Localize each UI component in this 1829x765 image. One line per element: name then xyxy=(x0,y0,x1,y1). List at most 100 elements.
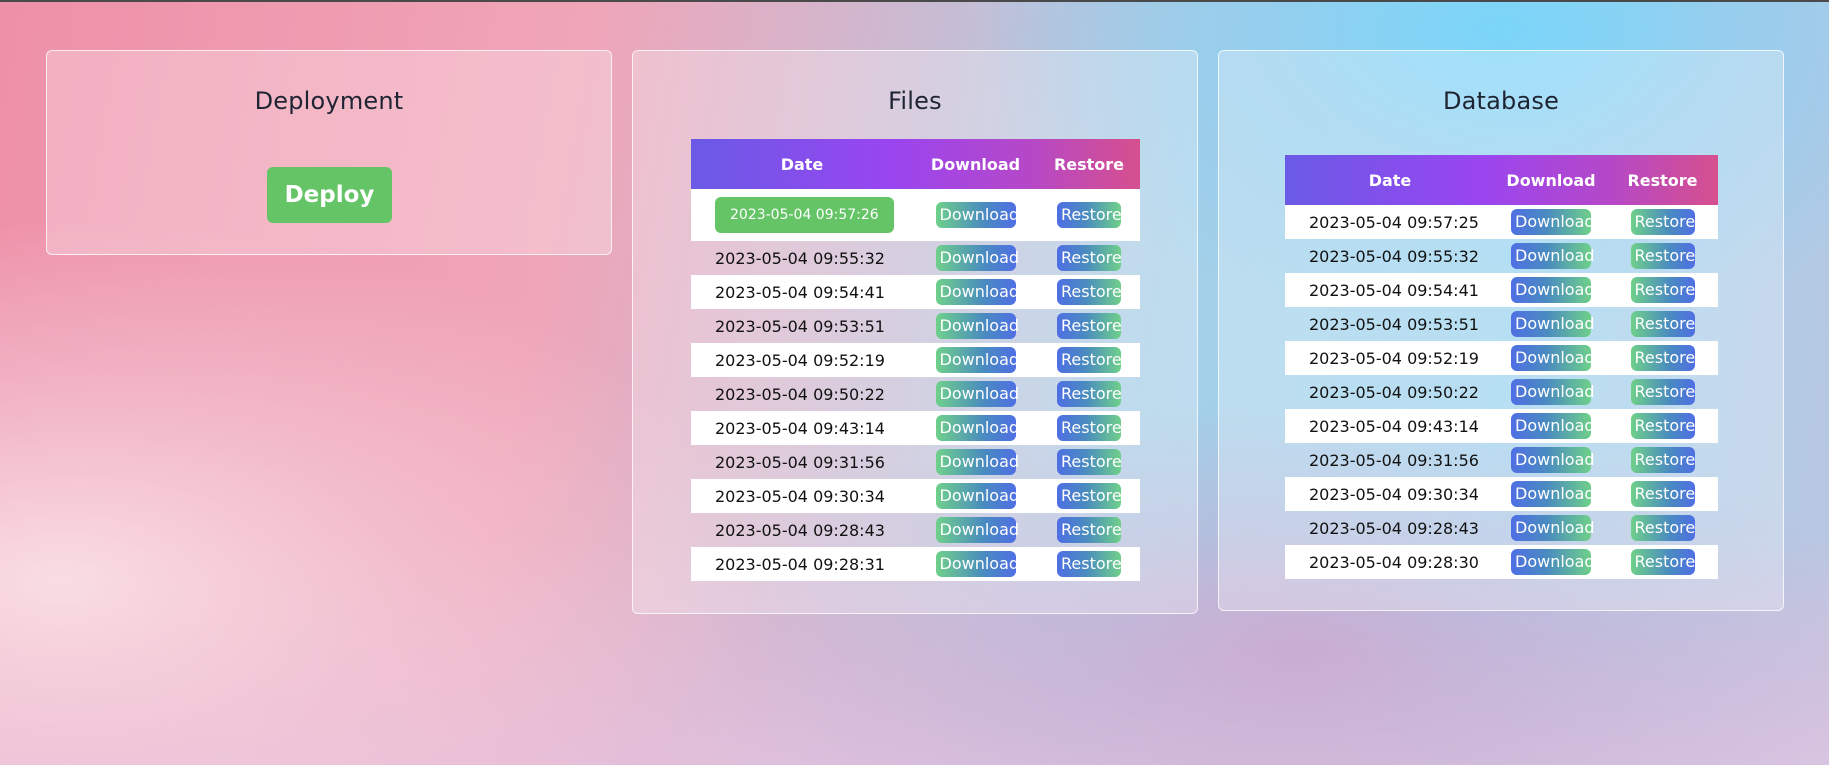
table-row: 2023-05-04 09:28:31 Download Restore xyxy=(691,547,1140,581)
restore-button[interactable]: Restore xyxy=(1057,245,1122,271)
restore-button[interactable]: Restore xyxy=(1630,481,1695,507)
restore-cell: Restore xyxy=(1607,443,1718,477)
date-cell: 2023-05-04 09:55:32 xyxy=(1285,239,1495,273)
download-cell: Download xyxy=(913,479,1038,513)
download-button[interactable]: Download xyxy=(935,517,1019,543)
column-header-restore: Restore xyxy=(1627,170,1698,190)
backup-date: 2023-05-04 09:31:56 xyxy=(715,452,885,472)
download-button[interactable]: Download xyxy=(935,415,1019,441)
date-cell: 2023-05-04 09:31:56 xyxy=(1285,443,1495,477)
restore-button[interactable]: Restore xyxy=(1057,483,1122,509)
restore-button[interactable]: Restore xyxy=(1630,413,1695,439)
download-button[interactable]: Download xyxy=(935,381,1019,407)
restore-cell: Restore xyxy=(1607,273,1718,307)
restore-cell: Restore xyxy=(1038,513,1140,547)
download-button[interactable]: Download xyxy=(1511,515,1595,541)
restore-button[interactable]: Restore xyxy=(1057,381,1122,407)
download-button[interactable]: Download xyxy=(935,279,1019,305)
table-row: 2023-05-04 09:28:43 Download Restore xyxy=(691,513,1140,547)
download-button[interactable]: Download xyxy=(935,313,1019,339)
date-cell: 2023-05-04 09:43:14 xyxy=(1285,409,1495,443)
download-cell: Download xyxy=(913,241,1038,275)
backup-date: 2023-05-04 09:43:14 xyxy=(715,418,885,438)
backup-date: 2023-05-04 09:28:43 xyxy=(715,520,885,540)
date-cell: 2023-05-04 09:52:19 xyxy=(691,343,913,377)
restore-button[interactable]: Restore xyxy=(1630,345,1695,371)
table-row: 2023-05-04 09:31:56 Download Restore xyxy=(1285,443,1718,477)
date-cell: 2023-05-04 09:53:51 xyxy=(1285,307,1495,341)
restore-button[interactable]: Restore xyxy=(1630,277,1695,303)
download-button[interactable]: Download xyxy=(935,483,1019,509)
restore-button[interactable]: Restore xyxy=(1630,447,1695,473)
download-button[interactable]: Download xyxy=(935,245,1019,271)
download-button[interactable]: Download xyxy=(1511,447,1595,473)
backup-date: 2023-05-04 09:55:32 xyxy=(1309,246,1479,266)
download-cell: Download xyxy=(913,275,1038,309)
restore-cell: Restore xyxy=(1607,341,1718,375)
download-button[interactable]: Download xyxy=(1511,209,1595,235)
download-cell: Download xyxy=(1495,375,1607,409)
restore-cell: Restore xyxy=(1607,511,1718,545)
restore-button[interactable]: Restore xyxy=(1057,517,1122,543)
download-cell: Download xyxy=(1495,273,1607,307)
restore-cell: Restore xyxy=(1607,239,1718,273)
restore-button[interactable]: Restore xyxy=(1057,415,1122,441)
date-cell: 2023-05-04 09:28:43 xyxy=(1285,511,1495,545)
download-button[interactable]: Download xyxy=(935,202,1019,228)
backup-date: 2023-05-04 09:28:43 xyxy=(1309,518,1479,538)
latest-backup-badge[interactable]: 2023-05-04 09:57:26 xyxy=(715,197,894,233)
table-row: 2023-05-04 09:52:19 Download Restore xyxy=(1285,341,1718,375)
column-header-download: Download xyxy=(930,154,1021,174)
download-cell: Download xyxy=(1495,511,1607,545)
restore-button[interactable]: Restore xyxy=(1057,449,1122,475)
download-button[interactable]: Download xyxy=(1511,345,1595,371)
restore-button[interactable]: Restore xyxy=(1057,347,1122,373)
date-cell: 2023-05-04 09:50:22 xyxy=(1285,375,1495,409)
table-row: 2023-05-04 09:43:14 Download Restore xyxy=(1285,409,1718,443)
download-button[interactable]: Download xyxy=(1511,311,1595,337)
restore-cell: Restore xyxy=(1038,445,1140,479)
download-button[interactable]: Download xyxy=(1511,243,1595,269)
restore-button[interactable]: Restore xyxy=(1057,551,1122,577)
date-cell: 2023-05-04 09:28:31 xyxy=(691,547,913,581)
download-button[interactable]: Download xyxy=(1511,379,1595,405)
restore-button[interactable]: Restore xyxy=(1630,549,1695,575)
restore-cell: Restore xyxy=(1038,411,1140,445)
download-button[interactable]: Download xyxy=(935,551,1019,577)
database-table-header: Date Download Restore xyxy=(1285,155,1718,205)
download-cell: Download xyxy=(1495,443,1607,477)
deploy-button[interactable]: Deploy xyxy=(267,167,392,223)
restore-button[interactable]: Restore xyxy=(1630,243,1695,269)
restore-button[interactable]: Restore xyxy=(1630,311,1695,337)
backup-date: 2023-05-04 09:52:19 xyxy=(715,350,885,370)
date-cell: 2023-05-04 09:57:25 xyxy=(1285,205,1495,239)
table-row: 2023-05-04 09:50:22 Download Restore xyxy=(691,377,1140,411)
restore-button[interactable]: Restore xyxy=(1057,279,1122,305)
restore-button[interactable]: Restore xyxy=(1630,515,1695,541)
restore-cell: Restore xyxy=(1038,547,1140,581)
restore-button[interactable]: Restore xyxy=(1057,202,1122,228)
download-button[interactable]: Download xyxy=(1511,481,1595,507)
download-button[interactable]: Download xyxy=(1511,277,1595,303)
restore-button[interactable]: Restore xyxy=(1630,379,1695,405)
download-cell: Download xyxy=(1495,409,1607,443)
download-button[interactable]: Download xyxy=(1511,549,1595,575)
window-top-border xyxy=(0,0,1829,2)
download-button[interactable]: Download xyxy=(935,449,1019,475)
date-cell: 2023-05-04 09:57:26 xyxy=(691,189,913,241)
date-cell: 2023-05-04 09:54:41 xyxy=(1285,273,1495,307)
files-table: Date Download Restore 2023-05-04 09:57:2… xyxy=(691,139,1140,581)
download-button[interactable]: Download xyxy=(1511,413,1595,439)
restore-button[interactable]: Restore xyxy=(1630,209,1695,235)
table-row: 2023-05-04 09:30:34 Download Restore xyxy=(691,479,1140,513)
download-cell: Download xyxy=(1495,477,1607,511)
table-row: 2023-05-04 09:43:14 Download Restore xyxy=(691,411,1140,445)
deployment-title: Deployment xyxy=(254,87,404,115)
download-button[interactable]: Download xyxy=(935,347,1019,373)
files-table-header: Date Download Restore xyxy=(691,139,1140,189)
restore-button[interactable]: Restore xyxy=(1057,313,1122,339)
backup-date: 2023-05-04 09:30:34 xyxy=(715,486,885,506)
download-cell: Download xyxy=(1495,205,1607,239)
download-cell: Download xyxy=(913,411,1038,445)
restore-cell: Restore xyxy=(1038,343,1140,377)
